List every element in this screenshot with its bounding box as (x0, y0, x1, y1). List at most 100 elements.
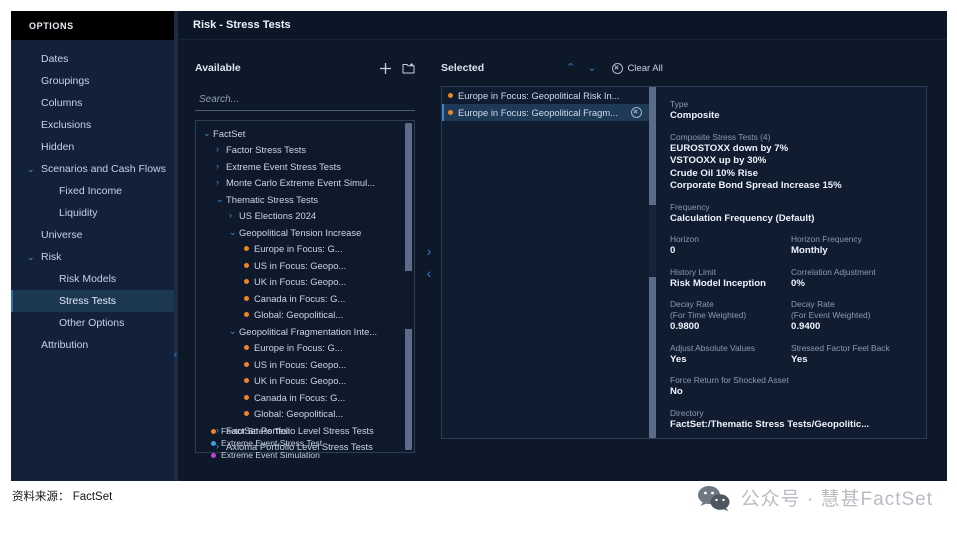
detail-type-value: Composite (670, 110, 720, 121)
panel-splitter-thumb[interactable] (649, 205, 656, 277)
tree-node[interactable]: US in Focus: Geopo... (196, 257, 401, 274)
plus-icon[interactable] (379, 62, 392, 75)
sidebar-item-label: Dates (41, 53, 69, 65)
watermark-text: 公众号 · 慧甚FactSet (740, 489, 933, 510)
move-up-icon[interactable]: ⌃ (566, 62, 575, 74)
detail-stressed-feel-back-value: Yes (791, 353, 808, 365)
detail-horizon-frequency-value: Monthly (791, 245, 828, 256)
sidebar-item-exclusions[interactable]: Exclusions (11, 114, 175, 136)
available-tree-scroll-thumb[interactable] (405, 271, 412, 329)
tree-node[interactable]: Canada in Focus: G... (196, 290, 401, 307)
selected-list-item-label: Europe in Focus: Geopolitical Fragm... (458, 107, 618, 118)
tree-node[interactable]: ⌄ FactSet (196, 125, 401, 142)
panel-splitter-scrollbar[interactable] (649, 87, 656, 438)
sidebar-item-universe[interactable]: Universe (11, 224, 175, 246)
tree-node[interactable]: Global: Geopolitical... (196, 406, 401, 423)
sidebar-item-label: Universe (41, 229, 83, 241)
tree-node[interactable]: Canada in Focus: G... (196, 389, 401, 406)
stress-test-type-dot-icon (244, 345, 249, 351)
tree-node[interactable]: UK in Focus: Geopo... (196, 373, 401, 390)
available-tree-scrollbar[interactable] (405, 123, 412, 450)
tree-node[interactable]: › Factor Stress Tests (196, 142, 401, 159)
chevron-down-icon[interactable]: ⌄ (229, 227, 239, 237)
sidebar-item-risk[interactable]: ⌄ Risk (11, 246, 175, 268)
stress-test-type-dot-icon (244, 246, 249, 252)
sidebar-item-dates[interactable]: Dates (11, 48, 175, 70)
tree-node[interactable]: ⌄ Geopolitical Fragmentation Inte... (196, 323, 401, 340)
sidebar-nav-list: Dates Groupings Columns Exclusions Hidden ⌄ Sc… (11, 40, 175, 356)
sidebar-item-other-options[interactable]: Other Options (11, 312, 175, 334)
tree-node-label: Geopolitical Tension Increase (239, 226, 362, 238)
detail-decay-event-value: 0.9400 (791, 321, 821, 332)
chevron-right-icon[interactable]: › (216, 161, 226, 171)
sidebar-item-liquidity[interactable]: Liquidity (11, 202, 175, 224)
wechat-icon (697, 485, 731, 511)
tree-node[interactable]: Europe in Focus: G... (196, 340, 401, 357)
detail-decay-event-sublabel: (For Event Weighted) (791, 310, 871, 320)
detail-adjust-row: Adjust Absolute Values Yes Stressed Fact… (670, 343, 912, 367)
detail-horizon-value: 0 (670, 245, 676, 256)
selected-list-item[interactable]: Europe in Focus: Geopolitical Fragm... (442, 104, 649, 121)
detail-decay-time-sublabel: (For Time Weighted) (670, 310, 747, 320)
chevron-right-icon[interactable]: › (216, 178, 226, 187)
stress-test-type-dot-icon (244, 411, 249, 417)
search-row (195, 89, 415, 111)
sidebar-item-attribution[interactable]: Attribution (11, 334, 175, 356)
tree-node-label: Canada in Focus: G... (254, 391, 346, 403)
tree-node[interactable]: ⌄ Thematic Stress Tests (196, 191, 401, 208)
sidebar-divider (174, 11, 178, 481)
chevron-right-icon[interactable]: › (216, 145, 226, 154)
remove-item-icon[interactable] (631, 107, 642, 118)
sidebar-item-label: Columns (41, 97, 83, 109)
tree-node[interactable]: Europe in Focus: G... (196, 241, 401, 258)
selected-and-details-panels: Europe in Focus: Geopolitical Risk In...… (441, 86, 927, 439)
chevron-down-icon: ⌄ (27, 163, 35, 174)
tree-node-label: Factor Stress Tests (226, 144, 307, 156)
stress-test-type-dot-icon (244, 262, 249, 268)
tree-node[interactable]: Global: Geopolitical... (196, 307, 401, 324)
tree-node[interactable]: › Monte Carlo Extreme Event Simul... (196, 175, 401, 192)
options-sidebar: OPTIONS Dates Groupings Columns Exclusions H… (11, 11, 175, 481)
selected-list-item[interactable]: Europe in Focus: Geopolitical Risk In... (442, 87, 649, 104)
sidebar-item-groupings[interactable]: Groupings (11, 70, 175, 92)
application-window: OPTIONS Dates Groupings Columns Exclusions H… (11, 11, 947, 481)
detail-history-limit-label: History Limit (670, 266, 717, 277)
detail-correlation-label: Correlation Adjustment (791, 266, 876, 277)
tree-node-label: US Elections 2024 (239, 210, 317, 222)
add-to-selected-button[interactable]: › (427, 241, 432, 263)
composite-stress-test-item: Crude Oil 10% Rise (670, 167, 758, 179)
sidebar-item-scenarios-and-cash-flows[interactable]: ⌄ Scenarios and Cash Flows (11, 158, 175, 180)
detail-history-limit-value: Risk Model Inception (670, 277, 766, 289)
sidebar-item-hidden[interactable]: Hidden (11, 136, 175, 158)
page-title: Risk - Stress Tests (179, 11, 947, 40)
sidebar-item-columns[interactable]: Columns (11, 92, 175, 114)
tree-node[interactable]: ⌄ Geopolitical Tension Increase (196, 224, 401, 241)
tree-node-label: Monte Carlo Extreme Event Simul... (226, 177, 376, 189)
tree-node[interactable]: › US Elections 2024 (196, 208, 401, 225)
chevron-down-icon[interactable]: ⌄ (203, 128, 213, 138)
stress-test-type-dot-icon (244, 279, 249, 285)
chevron-right-icon[interactable]: › (229, 211, 239, 220)
sidebar-item-label: Scenarios and Cash Flows (41, 163, 166, 175)
sidebar-item-risk-models[interactable]: Risk Models (11, 268, 175, 290)
sidebar-item-label: Fixed Income (59, 185, 123, 197)
tree-node[interactable]: UK in Focus: Geopo... (196, 274, 401, 291)
sidebar-item-stress-tests[interactable]: Stress Tests (11, 290, 175, 312)
chevron-down-icon[interactable]: ⌄ (229, 326, 239, 336)
transfer-buttons: › ‹ (419, 241, 439, 285)
tree-node[interactable]: US in Focus: Geopo... (196, 356, 401, 373)
move-down-icon[interactable]: ⌄ (587, 62, 596, 74)
search-input[interactable] (195, 94, 415, 107)
sidebar-header: OPTIONS (11, 11, 175, 40)
tree-node[interactable]: › Extreme Event Stress Tests (196, 158, 401, 175)
chevron-down-icon[interactable]: ⌄ (216, 194, 226, 204)
clear-all-button[interactable]: Clear All (612, 62, 663, 74)
tree-node-label: FactSet (213, 127, 246, 139)
legend-label: Extreme Event Simulation (221, 450, 320, 460)
legend-dot-icon (211, 440, 216, 446)
remove-from-selected-button[interactable]: ‹ (427, 263, 432, 285)
detail-correlation-value: 0% (791, 277, 805, 289)
clear-all-label: Clear All (627, 62, 663, 74)
sidebar-item-fixed-income[interactable]: Fixed Income (11, 180, 175, 202)
new-folder-icon[interactable] (402, 62, 415, 75)
